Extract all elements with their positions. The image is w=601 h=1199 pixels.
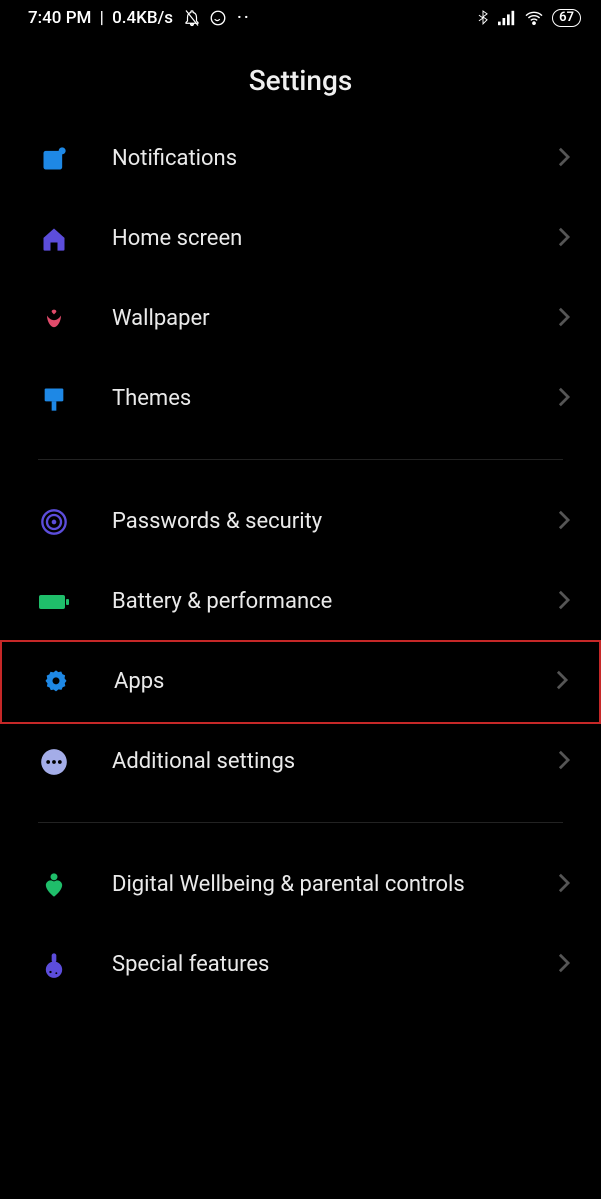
- item-label: Wallpaper: [112, 305, 557, 334]
- settings-list: Notifications Home screen Wallpaper Them…: [0, 119, 601, 1005]
- dnd-icon: [183, 9, 201, 27]
- settings-item-wallpaper[interactable]: Wallpaper: [0, 279, 601, 359]
- home-icon: [38, 223, 70, 255]
- item-label: Notifications: [112, 145, 557, 174]
- divider: [38, 822, 563, 823]
- status-left: 7:40 PM | 0.4KB/s ··: [28, 8, 251, 28]
- wallpaper-icon: [38, 303, 70, 335]
- flask-icon: [38, 949, 70, 981]
- bluetooth-icon: [476, 9, 490, 27]
- chevron-right-icon: [557, 589, 571, 615]
- page-title: Settings: [0, 64, 601, 97]
- item-label: Special features: [112, 951, 557, 980]
- settings-item-passwords-security[interactable]: Passwords & security: [0, 482, 601, 562]
- more-indicator: ··: [237, 8, 251, 28]
- whatsapp-icon: [209, 9, 227, 27]
- item-label: Digital Wellbeing & parental controls: [112, 871, 557, 900]
- item-label: Apps: [114, 668, 555, 697]
- status-time: 7:40 PM: [28, 8, 91, 28]
- chevron-right-icon: [557, 509, 571, 535]
- settings-item-themes[interactable]: Themes: [0, 359, 601, 439]
- settings-item-digital-wellbeing[interactable]: Digital Wellbeing & parental controls: [0, 845, 601, 925]
- gear-icon: [40, 666, 72, 698]
- chevron-right-icon: [557, 146, 571, 172]
- divider: [38, 459, 563, 460]
- themes-icon: [38, 383, 70, 415]
- settings-item-home-screen[interactable]: Home screen: [0, 199, 601, 279]
- settings-item-apps[interactable]: Apps: [0, 640, 601, 724]
- status-bar: 7:40 PM | 0.4KB/s ·· 67: [0, 0, 601, 34]
- heart-icon: [38, 869, 70, 901]
- battery-icon: [38, 586, 70, 618]
- battery-indicator: 67: [552, 9, 581, 27]
- signal-icon: [498, 10, 516, 26]
- chevron-right-icon: [555, 669, 569, 695]
- settings-item-battery-performance[interactable]: Battery & performance: [0, 562, 601, 642]
- settings-item-special-features[interactable]: Special features: [0, 925, 601, 1005]
- chevron-right-icon: [557, 952, 571, 978]
- chevron-right-icon: [557, 386, 571, 412]
- item-label: Passwords & security: [112, 508, 557, 537]
- settings-item-notifications[interactable]: Notifications: [0, 119, 601, 199]
- settings-item-additional-settings[interactable]: Additional settings: [0, 722, 601, 802]
- chevron-right-icon: [557, 872, 571, 898]
- chevron-right-icon: [557, 226, 571, 252]
- chevron-right-icon: [557, 749, 571, 775]
- item-label: Home screen: [112, 225, 557, 254]
- status-right: 67: [476, 9, 581, 27]
- item-label: Additional settings: [112, 748, 557, 777]
- wifi-icon: [524, 10, 544, 26]
- item-label: Themes: [112, 385, 557, 414]
- notifications-icon: [38, 143, 70, 175]
- item-label: Battery & performance: [112, 588, 557, 617]
- dots-icon: [38, 746, 70, 778]
- fingerprint-icon: [38, 506, 70, 538]
- status-data-rate: 0.4KB/s: [112, 8, 173, 28]
- chevron-right-icon: [557, 306, 571, 332]
